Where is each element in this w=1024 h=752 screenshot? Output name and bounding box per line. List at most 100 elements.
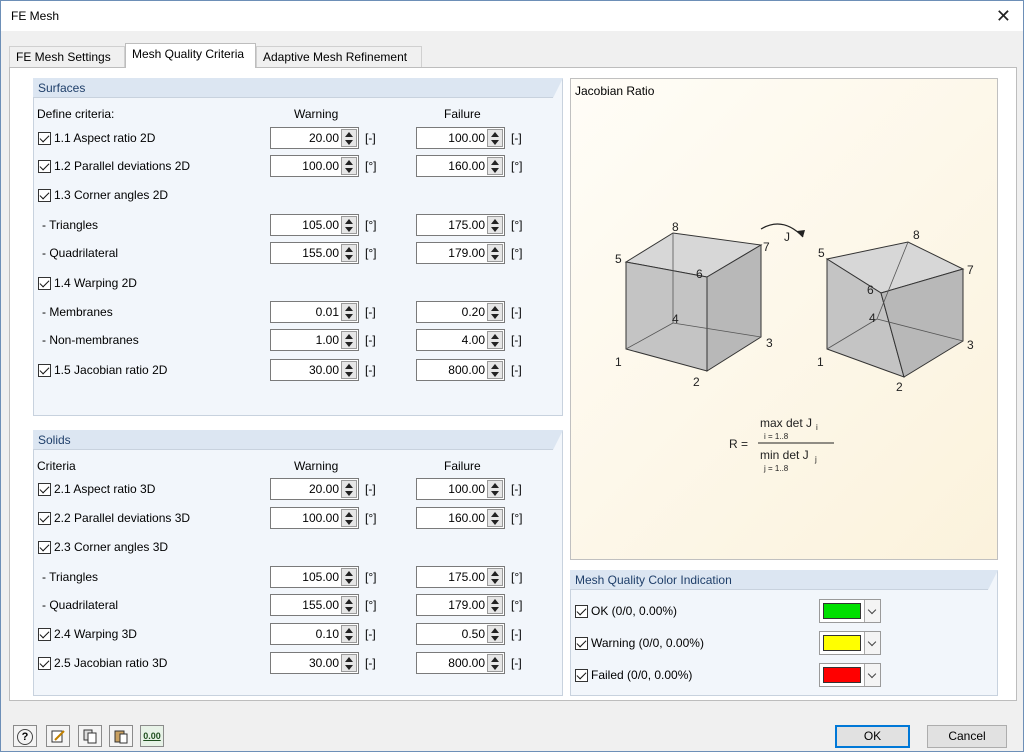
jacobian-ratio-2d-failure-input[interactable]: 800.00 — [416, 359, 505, 381]
value: 179.00 — [448, 598, 485, 612]
spinner-arrows-icon[interactable] — [341, 244, 357, 262]
tab-adaptive-mesh-refinement[interactable]: Adaptive Mesh Refinement — [256, 46, 422, 67]
warning-color-select[interactable] — [819, 631, 881, 655]
jacobian-formula: R = max det J i i = 1..8 min det J j j =… — [729, 416, 834, 473]
quadrilateral-2d-failure-input[interactable]: 179.00 — [416, 242, 505, 264]
warping-3d-failure-input[interactable]: 0.50 — [416, 623, 505, 645]
ok-color-checkbox[interactable] — [575, 605, 588, 618]
cancel-button[interactable]: Cancel — [927, 725, 1007, 748]
corner-angles-2d-checkbox[interactable] — [38, 189, 51, 202]
spinner-arrows-icon[interactable] — [487, 129, 503, 147]
right-node-5: 5 — [818, 246, 825, 260]
help-button[interactable]: ? — [13, 725, 37, 747]
warning-color-swatch — [823, 635, 861, 651]
parallel-deviations-2d-failure-input[interactable]: 160.00 — [416, 155, 505, 177]
warping-2d-checkbox[interactable] — [38, 277, 51, 290]
spinner-arrows-icon[interactable] — [341, 216, 357, 234]
corner-angles-3d-label: 2.3 Corner angles 3D — [54, 540, 169, 554]
value: 30.00 — [308, 656, 339, 670]
spinner-arrows-icon[interactable] — [487, 625, 503, 643]
aspect-ratio-3d-checkbox[interactable] — [38, 483, 51, 496]
spinner-arrows-icon[interactable] — [341, 303, 357, 321]
chevron-down-icon[interactable] — [864, 664, 880, 686]
color-indication-header: Mesh Quality Color Indication — [570, 570, 998, 590]
failure-column-header: Failure — [444, 459, 481, 473]
unit-label: [°] — [511, 246, 523, 260]
triangles-3d-failure-input[interactable]: 175.00 — [416, 566, 505, 588]
warping-3d-warning-input[interactable]: 0.10 — [270, 623, 359, 645]
jacobian-ratio-2d-warning-input[interactable]: 30.00 — [270, 359, 359, 381]
jacobian-ratio-3d-checkbox[interactable] — [38, 657, 51, 670]
spinner-arrows-icon[interactable] — [487, 654, 503, 672]
quadrilateral-3d-warning-input[interactable]: 155.00 — [270, 594, 359, 616]
aspect-ratio-3d-warning-input[interactable]: 20.00 — [270, 478, 359, 500]
aspect-ratio-2d-checkbox[interactable] — [38, 132, 51, 145]
tab-fe-mesh-settings[interactable]: FE Mesh Settings — [9, 46, 125, 67]
parallel-deviations-2d-checkbox[interactable] — [38, 160, 51, 173]
spinner-arrows-icon[interactable] — [487, 244, 503, 262]
spinner-arrows-icon[interactable] — [341, 625, 357, 643]
value: 179.00 — [448, 246, 485, 260]
criteria-label: Criteria — [37, 459, 76, 473]
triangles-2d-warning-input[interactable]: 105.00 — [270, 214, 359, 236]
spinner-arrows-icon[interactable] — [341, 157, 357, 175]
ok-color-select[interactable] — [819, 599, 881, 623]
spinner-arrows-icon[interactable] — [487, 361, 503, 379]
spinner-arrows-icon[interactable] — [487, 216, 503, 234]
membranes-failure-input[interactable]: 0.20 — [416, 301, 505, 323]
spinner-arrows-icon[interactable] — [341, 331, 357, 349]
triangles-2d-failure-input[interactable]: 175.00 — [416, 214, 505, 236]
parallel-deviations-3d-warning-input[interactable]: 100.00 — [270, 507, 359, 529]
failed-color-checkbox[interactable] — [575, 669, 588, 682]
paste-button[interactable] — [109, 725, 133, 747]
spinner-arrows-icon[interactable] — [487, 596, 503, 614]
parallel-deviations-2d-warning-input[interactable]: 100.00 — [270, 155, 359, 177]
spinner-arrows-icon[interactable] — [341, 361, 357, 379]
spinner-arrows-icon[interactable] — [341, 654, 357, 672]
quadrilateral-3d-failure-input[interactable]: 179.00 — [416, 594, 505, 616]
spinner-arrows-icon[interactable] — [487, 303, 503, 321]
copy-button[interactable] — [78, 725, 102, 747]
spinner-arrows-icon[interactable] — [487, 157, 503, 175]
aspect-ratio-2d-failure-input[interactable]: 100.00 — [416, 127, 505, 149]
aspect-ratio-2d-label: 1.1 Aspect ratio 2D — [54, 131, 156, 145]
chevron-down-icon[interactable] — [864, 632, 880, 654]
spinner-arrows-icon[interactable] — [487, 480, 503, 498]
ok-color-label: OK (0/0, 0.00%) — [591, 604, 678, 618]
quadrilateral-2d-warning-input[interactable]: 155.00 — [270, 242, 359, 264]
parallel-deviations-3d-failure-input[interactable]: 160.00 — [416, 507, 505, 529]
ok-button[interactable]: OK — [835, 725, 910, 748]
warning-color-checkbox[interactable] — [575, 637, 588, 650]
left-node-5: 5 — [615, 252, 622, 266]
failed-color-select[interactable] — [819, 663, 881, 687]
aspect-ratio-2d-warning-input[interactable]: 20.00 — [270, 127, 359, 149]
warping-3d-checkbox[interactable] — [38, 628, 51, 641]
chevron-down-icon[interactable] — [864, 600, 880, 622]
spinner-arrows-icon[interactable] — [341, 480, 357, 498]
triangles-3d-warning-input[interactable]: 105.00 — [270, 566, 359, 588]
aspect-ratio-3d-failure-input[interactable]: 100.00 — [416, 478, 505, 500]
jacobian-ratio-3d-warning-input[interactable]: 30.00 — [270, 652, 359, 674]
spinner-arrows-icon[interactable] — [487, 509, 503, 527]
surfaces-group: Surfaces Define criteria: Warning Failur… — [33, 78, 563, 416]
spinner-arrows-icon[interactable] — [487, 568, 503, 586]
corner-angles-3d-checkbox[interactable] — [38, 541, 51, 554]
spinner-arrows-icon[interactable] — [487, 331, 503, 349]
tab-mesh-quality-criteria[interactable]: Mesh Quality Criteria — [125, 43, 256, 68]
spinner-arrows-icon[interactable] — [341, 596, 357, 614]
close-icon[interactable]: ✕ — [996, 6, 1011, 27]
spinner-arrows-icon[interactable] — [341, 509, 357, 527]
decimal-places-button[interactable]: 0.00 — [140, 725, 164, 747]
non-membranes-failure-input[interactable]: 4.00 — [416, 329, 505, 351]
warning-column-header: Warning — [294, 459, 339, 473]
jacobian-ratio-2d-checkbox[interactable] — [38, 364, 51, 377]
non-membranes-warning-input[interactable]: 1.00 — [270, 329, 359, 351]
unit-label: [°] — [365, 159, 377, 173]
spinner-arrows-icon[interactable] — [341, 129, 357, 147]
parallel-deviations-3d-checkbox[interactable] — [38, 512, 51, 525]
edit-button[interactable] — [46, 725, 70, 747]
spinner-arrows-icon[interactable] — [341, 568, 357, 586]
membranes-warning-input[interactable]: 0.01 — [270, 301, 359, 323]
jacobian-ratio-3d-failure-input[interactable]: 800.00 — [416, 652, 505, 674]
arrow-head-icon — [797, 230, 805, 237]
